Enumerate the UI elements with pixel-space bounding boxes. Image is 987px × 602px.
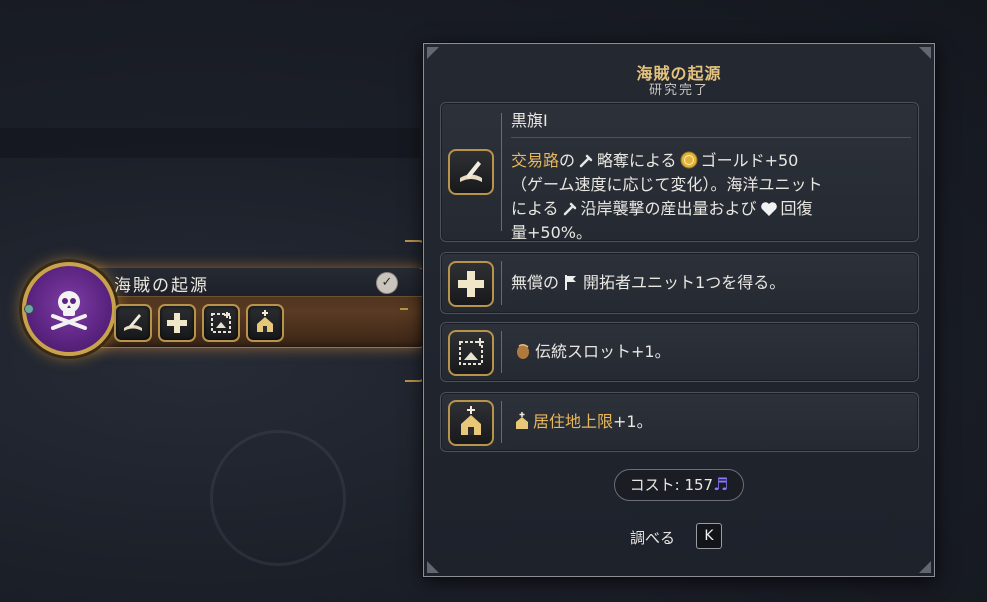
node-medallion[interactable] [22, 262, 116, 356]
text-fragment: 沿岸襲撃の産出量および [580, 199, 757, 218]
text-fragment: 伝統スロット+1。 [535, 342, 671, 361]
row-heading: 黒旗I [511, 111, 548, 130]
row-heading-rule [511, 137, 911, 138]
settlement-icon [516, 412, 528, 429]
skull-crossbones-icon [51, 291, 87, 330]
tradition-icon [517, 343, 529, 359]
row-divider [501, 401, 502, 443]
plus-icon[interactable] [158, 304, 196, 342]
civic-node-pirate-origin[interactable]: 海賊の起源 ✓ [22, 262, 424, 356]
house-icon[interactable] [246, 304, 284, 342]
corner-ornament [919, 561, 931, 573]
plunder-icon [579, 154, 593, 168]
row-divider [501, 331, 502, 373]
text-fragment: （ゲーム速度に応じて変化）。海洋ユニット [511, 175, 823, 194]
settlement-cap-link[interactable]: 居住地上限 [533, 412, 613, 431]
inspect-key[interactable]: K [696, 523, 722, 549]
text-fragment: 回復 [780, 199, 813, 218]
slot-frame-icon[interactable] [202, 304, 240, 342]
text-fragment: の [559, 151, 576, 170]
heart-icon [760, 202, 777, 216]
panel-subtitle: 研究完了 [648, 83, 709, 98]
node-title: 海賊の起源 [114, 276, 209, 296]
row-description: 無償の 開拓者ユニット1つを得る。 [511, 271, 785, 295]
connector-pin [24, 304, 34, 314]
plus-icon [448, 261, 494, 307]
slot-frame-icon [448, 330, 494, 376]
text-fragment: ゴールド+50 [700, 151, 799, 170]
text-fragment: 量+50%。 [511, 223, 592, 242]
text-fragment: 無償の [511, 273, 560, 292]
plunder-icon [563, 202, 576, 216]
scroll-quill-icon [448, 149, 494, 195]
gold-coin-icon [680, 151, 698, 169]
scroll-quill-icon[interactable] [114, 304, 152, 342]
cost-label: コスト: 157 [629, 476, 714, 494]
effect-row-free-settler: 無償の 開拓者ユニット1つを得る。 [440, 252, 919, 314]
connector-stub [400, 308, 408, 310]
row-description: 交易路の 略奪による ゴールド+50 （ゲーム速度に応じて変化）。海洋ユニット によ… [511, 149, 911, 245]
row-divider [501, 261, 502, 305]
corner-ornament [427, 47, 439, 59]
text-fragment: 開拓者ユニット1つを得る。 [583, 273, 786, 292]
row-description: 居住地上限+1。 [511, 410, 653, 434]
settler-flag-icon [565, 275, 577, 290]
effect-row-black-flag: 黒旗I 交易路の 略奪による ゴールド+50 （ゲーム速度に応じて変化）。海洋ユニッ… [440, 102, 919, 242]
corner-ornament [427, 561, 439, 573]
row-divider [501, 113, 502, 231]
checkmark-icon: ✓ [376, 272, 398, 294]
text-fragment: +1。 [613, 412, 653, 431]
background-band [0, 128, 420, 158]
trade-route-link[interactable]: 交易路 [511, 151, 559, 170]
tooltip-panel: 海賊の起源 研究完了 黒旗I 交易路の 略奪による ゴールド+50 （ゲーム速度に応… [423, 43, 935, 577]
row-description: 伝統スロット+1。 [511, 340, 671, 364]
corner-ornament [919, 47, 931, 59]
inspect-label[interactable]: 調べる [630, 527, 675, 548]
effect-row-settlement-cap: 居住地上限+1。 [440, 392, 919, 452]
culture-note-icon: ♬ [713, 475, 729, 495]
text-fragment: 略奪による [597, 151, 677, 170]
house-icon [448, 400, 494, 446]
text-fragment: による [511, 199, 559, 218]
effect-row-tradition-slot: 伝統スロット+1。 [440, 322, 919, 382]
cost-badge: コスト: 157♬ [614, 469, 744, 501]
background-emblem [210, 430, 346, 566]
